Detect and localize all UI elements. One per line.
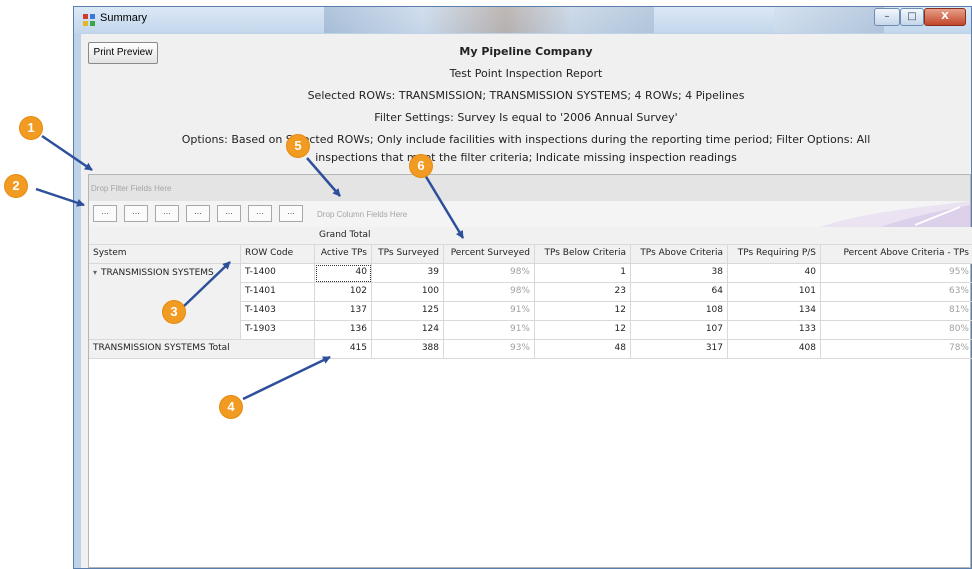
callout-5-arrow <box>306 157 341 197</box>
annotation-arrows <box>35 134 465 401</box>
callout-badge-6: 6 <box>410 155 432 177</box>
callout-1-arrow <box>41 134 93 172</box>
callout-6-arrow <box>423 174 465 239</box>
callout-4-arrow <box>242 355 331 401</box>
callout-3-arrow <box>182 261 231 308</box>
callout-badge-4: 4 <box>220 396 242 418</box>
callout-2-arrow <box>35 187 85 207</box>
callout-badge-3: 3 <box>163 301 185 323</box>
callout-badge-2: 2 <box>5 175 27 197</box>
callout-badge-5: 5 <box>287 135 309 157</box>
callout-badge-1: 1 <box>20 117 42 139</box>
